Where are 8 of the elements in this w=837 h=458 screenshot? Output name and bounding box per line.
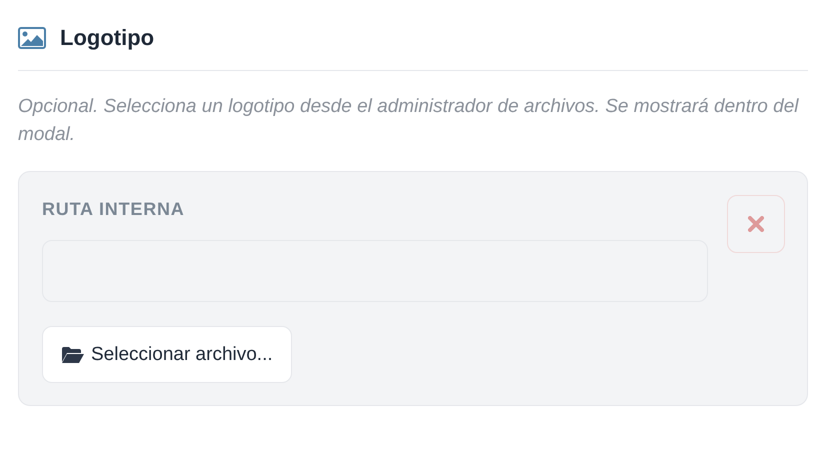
close-button[interactable] <box>727 195 785 253</box>
folder-icon <box>61 346 85 364</box>
hint-text: Opcional. Selecciona un logotipo desde el administrador de archivos. Se mostrará dentro del modal. <box>18 95 800 147</box>
close-icon <box>748 216 764 232</box>
field-label: RUTA INTERNA <box>42 199 186 220</box>
select-file-button[interactable]: Seleccionar archivo... <box>42 326 292 383</box>
section-title: Logotipo <box>60 25 154 51</box>
image-icon <box>18 27 46 49</box>
